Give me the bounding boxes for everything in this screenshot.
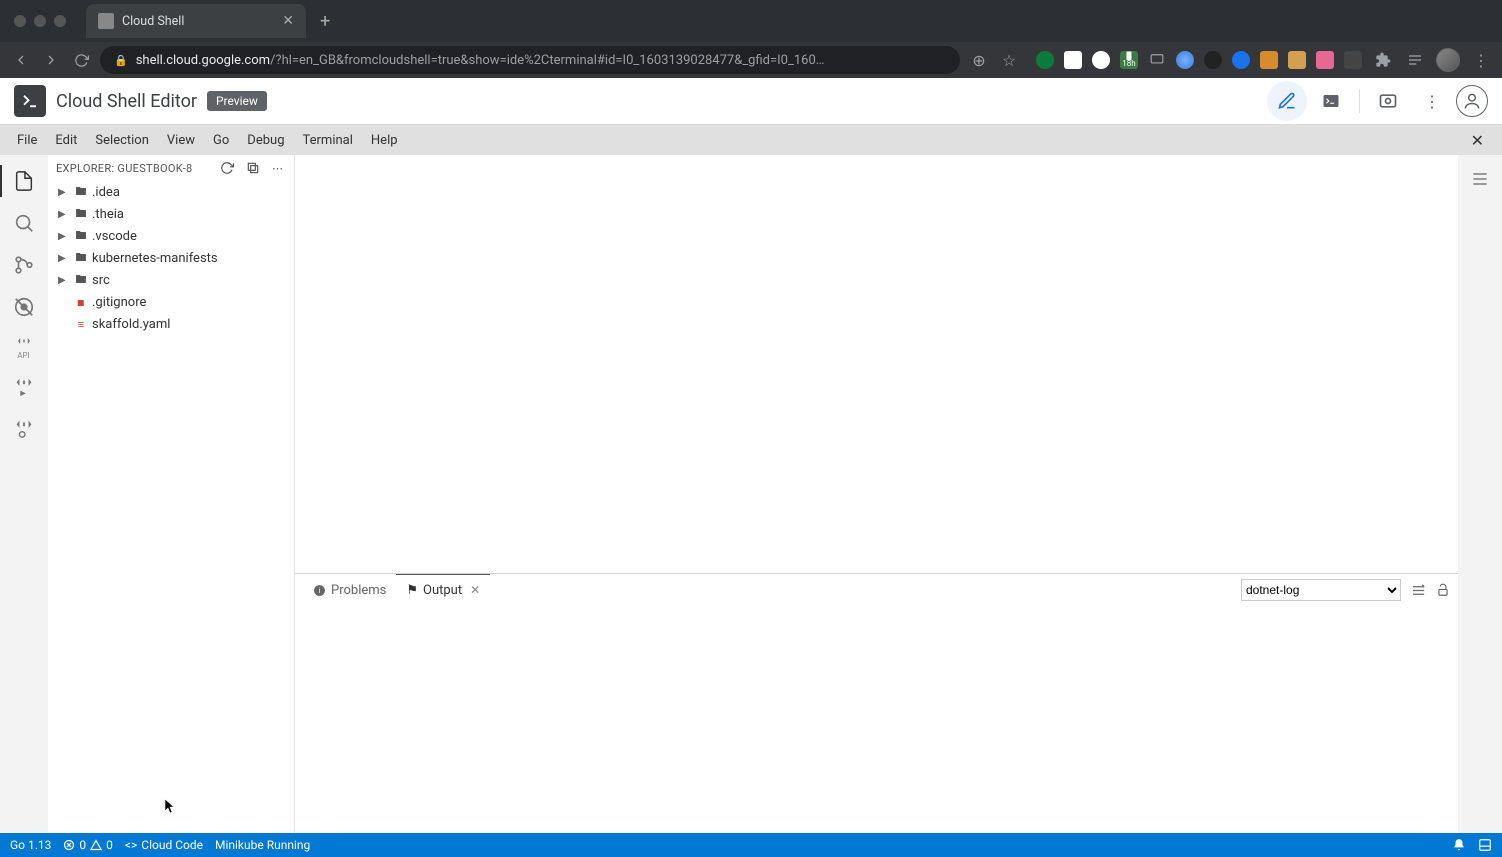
extension-icon[interactable] [1036,51,1054,69]
extension-icon[interactable] [1148,51,1166,69]
reload-button[interactable] [70,49,92,71]
extension-icon[interactable] [1092,51,1110,69]
chrome-menu-icon[interactable]: ⋮ [1470,49,1492,71]
tree-file[interactable]: ≡skaffold.yaml [48,313,294,335]
problems-tab[interactable]: i Problems [303,574,396,606]
source-control-icon[interactable] [8,249,40,281]
extension-icon[interactable] [1232,51,1250,69]
menu-file[interactable]: File [8,129,46,152]
activity-bar: API [0,155,48,833]
menu-edit[interactable]: Edit [46,129,86,152]
output-icon: ⚑ [406,583,418,598]
output-tab[interactable]: ⚑ Output ✕ [396,574,490,606]
separator [1359,89,1360,113]
problems-icon: i [313,584,326,597]
extension-icon[interactable] [1064,51,1082,69]
editor-toggle-button[interactable] [1267,81,1307,121]
extension-icon[interactable] [1288,51,1306,69]
outline-icon[interactable] [1464,163,1496,195]
explorer-title: EXPLORER: GUESTBOOK-8 [56,162,211,175]
extension-icon[interactable] [1344,51,1362,69]
more-actions-icon[interactable]: ⋯ [269,162,286,175]
refresh-icon[interactable] [217,161,237,175]
back-button[interactable] [10,49,32,71]
output-tab-close[interactable]: ✕ [470,583,480,597]
cloud-shell-logo-icon [14,85,46,117]
lock-icon: 🔒 [114,54,128,67]
menu-selection[interactable]: Selection [86,129,157,152]
window-close-button[interactable] [14,15,26,27]
tree-folder[interactable]: ▶🖿.theia [48,203,294,225]
search-icon[interactable] [8,207,40,239]
url-text: shell.cloud.google.com/?hl=en_GB&fromclo… [136,53,946,68]
status-cloud-code[interactable]: <> Cloud Code [125,838,203,852]
status-minikube[interactable]: Minikube Running [215,838,310,852]
tree-folder[interactable]: ▶🖿.idea [48,181,294,203]
extension-icon[interactable] [1204,51,1222,69]
close-editor-button[interactable]: ✕ [1461,131,1494,150]
tree-folder[interactable]: ▶🖿kubernetes-manifests [48,247,294,269]
bottom-panel: i Problems ⚑ Output ✕ dotnet-log [295,573,1458,833]
browser-tab[interactable]: Cloud Shell ✕ [86,4,306,38]
tree-folder[interactable]: ▶🖿.vscode [48,225,294,247]
url-bar[interactable]: 🔒 shell.cloud.google.com/?hl=en_GB&fromc… [100,46,960,74]
cloud-run-icon[interactable] [8,370,40,402]
cloud-apis-icon[interactable] [8,333,40,355]
web-preview-button[interactable] [1368,81,1408,121]
file-tree: ▶🖿.idea ▶🖿.theia ▶🖿.vscode ▶🖿kubernetes-… [48,181,294,833]
tab-close-button[interactable]: ✕ [282,13,294,29]
extension-icon[interactable] [1316,51,1334,69]
new-tab-button[interactable]: + [320,11,330,32]
add-to-home-icon[interactable]: ⊕ [968,49,990,71]
explorer-sidebar: EXPLORER: GUESTBOOK-8 ⋯ ▶🖿.idea ▶🖿.theia… [48,155,294,833]
menu-go[interactable]: Go [204,129,238,152]
menu-debug[interactable]: Debug [238,129,293,152]
svg-text:i: i [319,586,321,595]
cloud-code-settings-icon[interactable] [8,412,40,444]
notifications-icon[interactable] [1452,838,1466,852]
lock-scroll-icon[interactable] [1436,583,1450,597]
menu-bar: File Edit Selection View Go Debug Termin… [0,125,1502,155]
tree-file[interactable]: ◆.gitignore [48,291,294,313]
cloud-code-icon: <> [125,838,137,852]
editor-empty-area [295,155,1458,573]
forward-button[interactable] [40,49,62,71]
tab-favicon-icon [98,13,114,29]
status-go-version[interactable]: Go 1.13 [10,838,51,852]
menu-help[interactable]: Help [362,129,407,152]
account-avatar[interactable] [1456,85,1488,117]
extension-icon[interactable] [1260,51,1278,69]
explorer-icon[interactable] [8,165,40,197]
layout-toggle-icon[interactable] [1478,838,1492,852]
extension-icon[interactable] [1176,51,1194,69]
preview-badge: Preview [207,91,267,111]
menu-terminal[interactable]: Terminal [294,129,362,152]
extensions-puzzle-icon[interactable] [1372,49,1394,71]
output-content[interactable] [295,606,1458,833]
debug-icon[interactable] [8,291,40,323]
terminal-toggle-button[interactable] [1311,81,1351,121]
output-channel-select[interactable]: dotnet-log [1241,579,1401,601]
browser-titlebar: Cloud Shell ✕ + [0,0,1502,42]
reading-list-icon[interactable] [1404,49,1426,71]
tab-title: Cloud Shell [122,14,274,29]
menu-view[interactable]: View [158,129,204,152]
extension-icon[interactable]: █18h [1120,51,1138,69]
browser-toolbar: 🔒 shell.cloud.google.com/?hl=en_GB&fromc… [0,42,1502,78]
window-maximize-button[interactable] [54,15,66,27]
status-problems[interactable]: 0 0 [63,838,113,852]
more-options-button[interactable]: ⋮ [1412,81,1452,121]
bookmark-star-icon[interactable]: ☆ [998,49,1020,71]
collapse-all-icon[interactable] [243,161,263,175]
window-minimize-button[interactable] [34,15,46,27]
profile-avatar[interactable] [1436,48,1460,72]
right-rail [1458,155,1502,833]
status-bar: Go 1.13 0 0 <> Cloud Code Minikube Runni… [0,833,1502,857]
app-title: Cloud Shell Editor [56,91,197,112]
tree-folder[interactable]: ▶🖿src [48,269,294,291]
app-header: Cloud Shell Editor Preview ⋮ [0,78,1502,125]
clear-output-icon[interactable] [1411,583,1426,598]
